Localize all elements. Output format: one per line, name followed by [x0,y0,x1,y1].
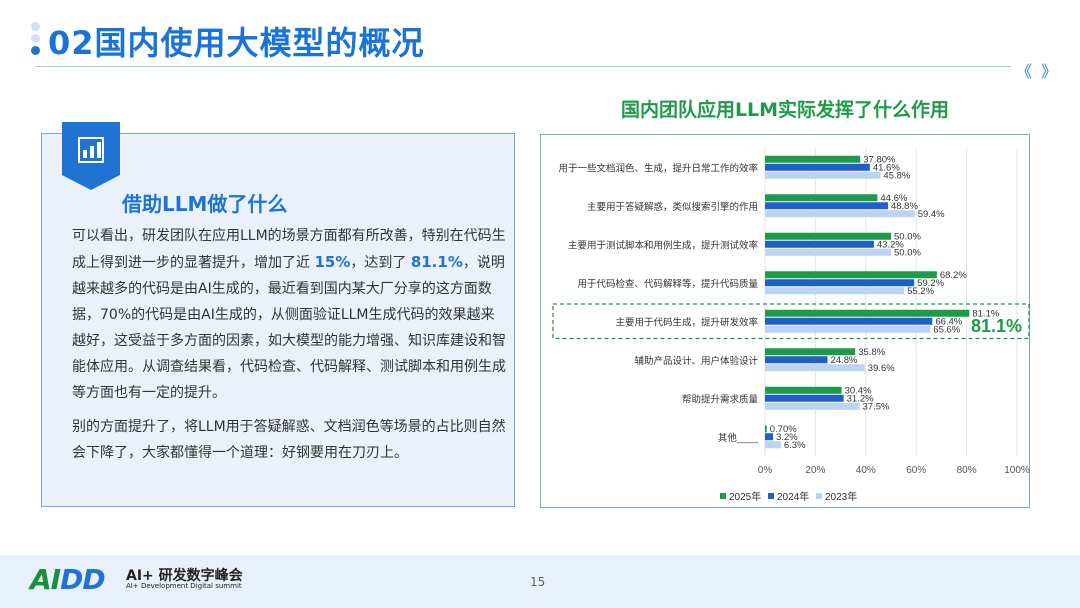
bar [765,433,774,441]
category-label: 辅助产品设计、用户体验设计 [634,355,758,367]
legend-label: 2023年 [825,490,857,503]
aidd-logo: AIDD [30,563,106,596]
bar [765,441,781,449]
legend-swatch [816,493,822,499]
x-tick-label: 40% [856,465,876,476]
data-label: 39.6% [868,363,895,374]
logo-subtitle: AI+ Development Digital summit [126,582,242,590]
bar [765,248,891,256]
legend-swatch [768,493,774,499]
bar [765,402,860,410]
data-label: 48.8% [891,201,918,212]
category-label: 其他____ [718,432,759,444]
bar [765,394,844,402]
bar [765,356,828,364]
data-label: 24.8% [830,355,857,366]
data-label: 59.4% [918,209,945,220]
bar [765,325,931,333]
bar [765,210,915,218]
logo-mark-a: AI [30,563,61,596]
x-tick-label: 20% [805,465,825,476]
logo-mark-b: DD [60,563,105,596]
data-label: 6.3% [784,440,806,451]
category-label: 主要用于答疑解惑，类似搜索引擎的作用 [587,201,758,213]
bar [765,271,937,279]
bar [765,202,888,210]
data-label: 50.0% [894,247,921,258]
data-label: 55.2% [907,286,934,297]
bar [765,279,915,287]
bar [765,240,874,248]
category-label: 用于代码检查、代码解释等，提升代码质量 [577,278,758,290]
data-label: 45.8% [883,170,910,181]
highlight-81: 81.1% [410,253,463,271]
x-tick-label: 80% [957,465,977,476]
summary-paragraph-1: 可以看出，研发团队在应用LLM的场景方面都有所改善，特别在代码生成上得到进一步的… [72,223,508,406]
bar [765,155,861,163]
p1-text-c: ，说明越来越多的代码是由AI生成的，最近看到国内某大厂分享的这方面数据，70%的… [72,255,506,401]
x-tick-label: 0% [758,465,773,476]
category-label: 用于一些文档润色、生成，提升日常工作的效率 [558,162,758,174]
page-number: 15 [530,575,546,589]
category-label: 主要用于代码生成，提升研发效率 [615,316,758,328]
title-divider [36,66,1011,67]
bar [765,163,870,171]
legend-label: 2025年 [729,490,761,503]
bar-chart: 0% 20% 40% 60% 80% 100% 用于一些文档润色、生成，提升日常工作的效率 3… [552,148,1030,503]
summary-text: 可以看出，研发团队在应用LLM的场景方面都有所改善，特别在代码生成上得到进一步的… [72,223,508,474]
page-title: 02国内使用大模型的概况 [48,24,425,62]
bar [765,364,865,372]
bar [765,232,891,240]
category-label: 帮助提升需求质量 [682,393,759,405]
legend-swatch [720,493,726,499]
bar [765,425,767,433]
bar [765,194,878,202]
summary-heading: 借助LLM做了什么 [122,192,288,216]
data-label: 37.5% [863,401,890,412]
summary-paragraph-2: 别的方面提升了，将LLM用于答疑解惑、文档润色等场景的占比则自然会下降了，大家都… [72,419,506,461]
nav-arrows-icon[interactable]: 《 》 [1016,58,1059,82]
x-tick-label: 100% [1004,465,1030,476]
bar [765,317,933,325]
title-decoration-dots [31,22,41,58]
data-label: 65.6% [933,324,960,335]
category-label: 主要用于测试脚本和用例生成，提升测试效率 [568,239,759,251]
bar [765,287,905,295]
bar [765,386,842,394]
bar [765,171,881,179]
legend-label: 2024年 [777,490,809,503]
x-tick-label: 60% [906,465,926,476]
highlight-label: 81.1% [971,316,1022,336]
bar-chart-icon [78,137,104,163]
highlight-15: 15% [314,253,351,271]
chart-title: 国内团队应用LLM实际发挥了什么作用 [620,99,950,121]
p1-text-b: ，达到了 [350,255,411,271]
data-label: 35.8% [858,347,885,358]
